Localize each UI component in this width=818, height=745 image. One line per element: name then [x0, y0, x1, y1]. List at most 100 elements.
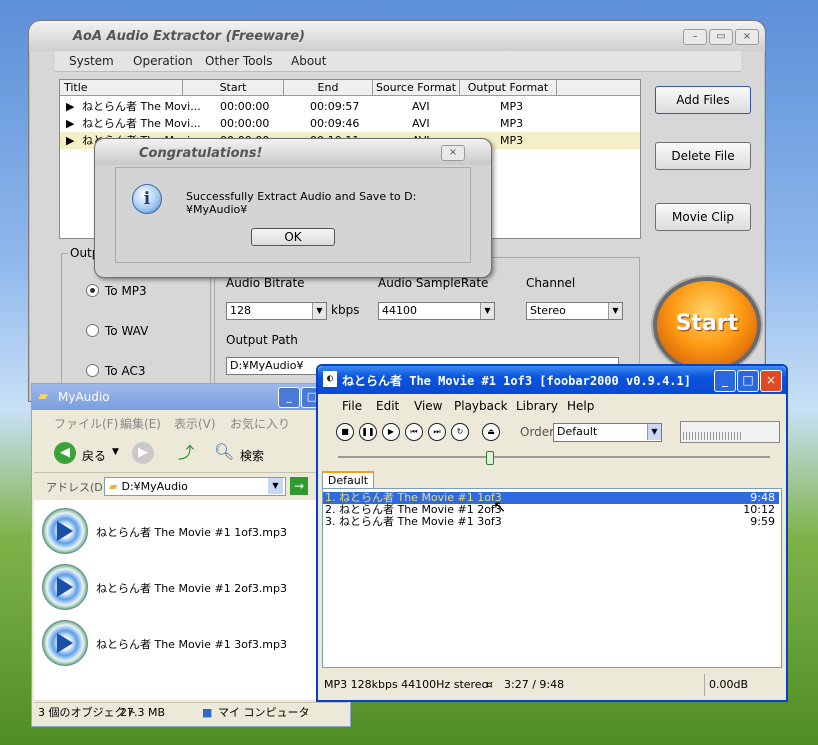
col-start[interactable]: Start — [183, 80, 284, 96]
output-path-label: Output Path — [226, 333, 298, 347]
menu-help[interactable]: Help — [567, 399, 594, 413]
delete-file-button[interactable]: Delete File — [655, 142, 751, 170]
menu-library[interactable]: Library — [516, 399, 558, 413]
spectrum-visualizer — [680, 421, 780, 443]
radio-to-mp3[interactable]: To MP3 — [86, 284, 147, 298]
menu-system[interactable]: System — [69, 54, 114, 68]
aoa-menubar: System Operation Other Tools About — [55, 51, 741, 72]
mouse-cursor-icon: ↖ — [493, 497, 507, 516]
foobar-titlebar[interactable]: ◐ ねとらん者 The Movie #1 1of3 [foobar2000 v0… — [318, 366, 786, 394]
add-files-button[interactable]: Add Files — [655, 86, 751, 114]
computer-icon: ■ — [202, 706, 213, 719]
eject-icon[interactable]: ⏏︎ — [482, 423, 500, 441]
folder-icon: ▰ — [109, 480, 118, 493]
radio-to-wav[interactable]: To WAV — [86, 324, 148, 338]
chevron-down-icon[interactable]: ▼ — [268, 478, 283, 494]
back-arrow-icon[interactable]: ◀ — [54, 442, 76, 464]
minimize-icon[interactable]: – — [683, 29, 707, 45]
status-separator-icon: ¤ — [486, 678, 493, 691]
address-label: アドレス(D) — [46, 481, 108, 494]
explorer-statusbar: 3 個のオブジェクト 27.3 MB ■ マイ コンピュータ — [34, 702, 348, 723]
col-output-format[interactable]: Output Format — [460, 80, 557, 96]
samplerate-label: Audio SampleRate — [378, 276, 489, 290]
dialog-title: Congratulations! — [139, 146, 263, 161]
forward-arrow-icon[interactable]: ▶ — [132, 442, 154, 464]
table-row[interactable]: ▶ ねとらん者 The Movi... 00:00:00 00:09:46 AV… — [60, 115, 640, 132]
radio-to-ac3[interactable]: To AC3 — [86, 364, 145, 378]
channel-select[interactable]: Stereo ▼ — [526, 302, 623, 320]
ok-button[interactable]: OK — [251, 228, 335, 246]
next-icon[interactable]: ⏭︎ — [428, 423, 446, 441]
minimize-icon[interactable]: _ — [714, 370, 736, 392]
menu-other-tools[interactable]: Other Tools — [205, 54, 272, 68]
status-format: MP3 128kbps 44100Hz stereo — [324, 678, 489, 691]
menu-edit[interactable]: 編集(E) — [120, 415, 161, 432]
menu-file[interactable]: File — [342, 399, 362, 413]
col-title[interactable]: Title — [60, 80, 183, 96]
seek-handle[interactable] — [486, 451, 495, 465]
go-arrow-icon[interactable]: → — [290, 477, 308, 495]
seek-bar[interactable] — [338, 456, 770, 458]
expand-arrow-icon: ▶ — [66, 134, 75, 147]
menu-view[interactable]: 表示(V) — [174, 415, 216, 432]
address-input[interactable]: ▰ D:¥MyAudio — [104, 477, 286, 496]
congratulations-dialog: Congratulations! × i Successfully Extrac… — [94, 138, 492, 278]
media-file-icon — [42, 564, 88, 610]
menu-operation[interactable]: Operation — [133, 54, 193, 68]
status-gain: 0.00dB — [704, 674, 748, 696]
menu-about[interactable]: About — [291, 54, 326, 68]
samplerate-select[interactable]: 44100 ▼ — [378, 302, 495, 320]
order-select[interactable]: Default ▼ — [553, 423, 662, 442]
foobar-app-icon: ◐ — [323, 371, 337, 387]
folder-icon: ▰ — [38, 389, 48, 404]
dialog-titlebar[interactable]: Congratulations! × — [95, 139, 491, 165]
close-icon[interactable]: × — [735, 29, 759, 45]
aoa-title: AoA Audio Extractor (Freeware) — [73, 29, 305, 44]
menu-view[interactable]: View — [414, 399, 442, 413]
explorer-window: ▰ MyAudio _ □ ファイル(F) 編集(E) 表示(V) お気に入り … — [31, 383, 351, 727]
table-row[interactable]: 3. ねとらん者 The Movie #1 3of3 9:59 — [323, 516, 779, 528]
menu-edit[interactable]: Edit — [376, 399, 399, 413]
menu-file[interactable]: ファイル(F) — [54, 415, 118, 432]
pause-icon[interactable]: ❚❚ — [359, 423, 377, 441]
foobar-window: ◐ ねとらん者 The Movie #1 1of3 [foobar2000 v0… — [316, 364, 788, 702]
start-button[interactable]: Start — [653, 277, 761, 373]
file-view: ねとらん者 The Movie #1 1of3.mp3 ねとらん者 The Mo… — [34, 500, 348, 700]
maximize-icon[interactable]: ▭ — [709, 29, 733, 45]
col-source-format[interactable]: Source Format — [373, 80, 460, 96]
playlist[interactable]: 1. ねとらん者 The Movie #1 1of3 9:48 2. ねとらん者… — [322, 488, 782, 668]
aoa-titlebar[interactable]: AoA Audio Extractor (Freeware) – ▭ × — [29, 21, 765, 51]
chevron-down-icon: ▼ — [480, 303, 494, 319]
chevron-down-icon[interactable]: ▼ — [112, 447, 119, 457]
stop-icon[interactable]: ■ — [336, 423, 354, 441]
table-row[interactable]: ▶ ねとらん者 The Movi... 00:00:00 00:09:57 AV… — [60, 98, 640, 115]
maximize-icon[interactable]: □ — [737, 370, 759, 392]
dialog-close-icon[interactable]: × — [441, 145, 465, 161]
play-icon[interactable]: ▶ — [382, 423, 400, 441]
explorer-title: MyAudio — [58, 390, 110, 404]
previous-icon[interactable]: ⏮︎ — [405, 423, 423, 441]
menu-playback[interactable]: Playback — [454, 399, 508, 413]
search-button[interactable]: 検索 — [240, 447, 264, 464]
movie-clip-button[interactable]: Movie Clip — [655, 203, 751, 231]
chevron-down-icon: ▼ — [647, 424, 661, 440]
expand-arrow-icon: ▶ — [66, 100, 75, 113]
bitrate-label: Audio Bitrate — [226, 276, 305, 290]
close-icon[interactable]: × — [760, 370, 782, 392]
bitrate-select[interactable]: 128 ▼ — [226, 302, 327, 320]
up-folder-icon[interactable]: ⤴ — [178, 443, 198, 463]
explorer-titlebar[interactable]: ▰ MyAudio _ □ — [32, 384, 350, 410]
media-file-icon — [42, 620, 88, 666]
menu-favorites[interactable]: お気に入り — [230, 415, 290, 432]
back-button[interactable]: 戻る — [82, 447, 106, 464]
status-position: 3:27 / 9:48 — [504, 678, 565, 691]
chevron-down-icon: ▼ — [312, 303, 326, 319]
minimize-icon[interactable]: _ — [278, 387, 300, 408]
kbps-label: kbps — [331, 303, 360, 317]
chevron-down-icon: ▼ — [608, 303, 622, 319]
col-end[interactable]: End — [284, 80, 373, 96]
address-bar: アドレス(D) ▰ D:¥MyAudio ▼ → — [34, 474, 348, 498]
dialog-message: Successfully Extract Audio and Save to D… — [186, 190, 417, 216]
random-icon[interactable]: ↻ — [451, 423, 469, 441]
search-icon[interactable]: 🔍︎ — [214, 442, 234, 462]
